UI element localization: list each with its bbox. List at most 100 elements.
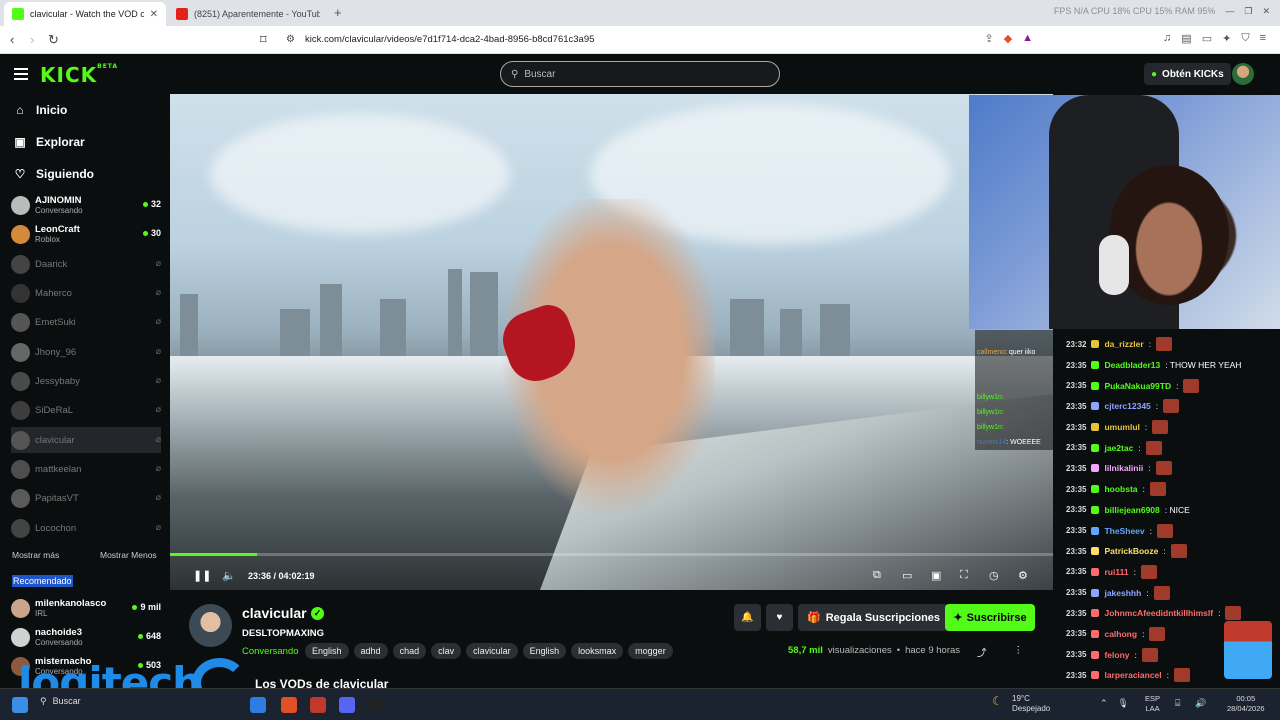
get-kicks-button[interactable]: ● Obtén KICKs	[1144, 63, 1231, 85]
recommended-item[interactable]: milenkanolasco IRL 9 mil	[11, 595, 161, 621]
pause-icon[interactable]: ❚❚	[193, 569, 211, 582]
tag[interactable]: chad	[392, 643, 427, 659]
channel-avatar[interactable]	[189, 604, 232, 647]
site-info-icon[interactable]: ⚙	[286, 34, 295, 45]
channel-name[interactable]: clavicular	[242, 605, 307, 621]
speaker-icon[interactable]: 🔊	[1195, 698, 1206, 709]
channel-item-selected[interactable]: clavicular ⌀	[11, 427, 161, 453]
chat-username[interactable]: hoobsta	[1104, 484, 1137, 494]
back-icon[interactable]: ‹	[10, 32, 14, 47]
sidebar-item-home[interactable]: ⌂ Inicio	[14, 100, 67, 120]
follow-button[interactable]: ♥	[766, 604, 793, 631]
wallet-icon[interactable]: ▭	[1202, 32, 1212, 45]
obs-icon[interactable]	[368, 697, 384, 713]
channel-item[interactable]: LeonCraft Roblox 30	[11, 221, 161, 247]
chat-username[interactable]: rui111	[1104, 567, 1128, 577]
minimize-icon[interactable]: —	[1225, 6, 1234, 17]
chat-username[interactable]: calhong	[1104, 629, 1137, 639]
settings-gear-icon[interactable]: ⚙	[1018, 569, 1028, 582]
user-avatar[interactable]	[1232, 63, 1254, 85]
show-less-button[interactable]: Mostrar Menos	[100, 550, 157, 560]
sidebar-item-explore[interactable]: ▣ Explorar	[14, 132, 84, 152]
channel-item[interactable]: EmetSuki ⌀	[11, 309, 161, 335]
recommended-item[interactable]: nachoide3 Conversando 648	[11, 624, 161, 650]
video-player[interactable]	[170, 94, 1053, 590]
chat-username[interactable]: da_rizzler	[1104, 339, 1143, 349]
clip-icon[interactable]: ⧉	[873, 569, 881, 582]
chat-username[interactable]: cjterc12345	[1104, 401, 1150, 411]
tab-kick[interactable]: clavicular - Watch the VOD o ✕	[4, 2, 166, 26]
miniplayer-icon[interactable]: ▣	[931, 569, 941, 582]
channel-item[interactable]: Maherco ⌀	[11, 280, 161, 306]
chevron-up-icon[interactable]: ⌃	[1100, 698, 1108, 709]
tag[interactable]: mogger	[628, 643, 673, 659]
forward-icon[interactable]: ›	[30, 32, 34, 47]
weather-widget[interactable]: ☾ 19°C Despejado	[992, 694, 1050, 714]
taskbar-clock[interactable]: 00:05 28/04/2026	[1227, 694, 1265, 714]
chat-username[interactable]: jae2tac	[1104, 443, 1133, 453]
language-indicator[interactable]: ESP LAA	[1145, 694, 1160, 714]
tag[interactable]: English	[522, 643, 567, 659]
network-icon[interactable]: ⌸	[1175, 698, 1180, 709]
chat-username[interactable]: larperaciancel	[1104, 670, 1161, 680]
music-icon[interactable]: ♫	[1163, 32, 1171, 45]
chat-username[interactable]: felony	[1104, 650, 1129, 660]
search-input[interactable]: ⚲ Buscar	[500, 61, 780, 87]
maximize-icon[interactable]: ❐	[1244, 6, 1252, 17]
reload-icon[interactable]: ↻	[48, 32, 59, 48]
gift-subs-button[interactable]: 🎁 Regala Suscripciones	[798, 604, 950, 631]
channel-item[interactable]: SiDeRaL ⌀	[11, 397, 161, 423]
url-field[interactable]: kick.com/clavicular/videos/e7d1f714-dca2…	[305, 34, 594, 45]
vpn-icon[interactable]: ⛉	[1241, 32, 1249, 45]
chat-username[interactable]: Deadblader13	[1104, 360, 1160, 370]
category-link[interactable]: Conversando	[242, 646, 299, 657]
chat-username[interactable]: PatrickBooze	[1104, 546, 1158, 556]
close-icon[interactable]: ✕	[150, 9, 158, 20]
windows-start-icon[interactable]	[12, 697, 28, 713]
tag[interactable]: looksmax	[571, 643, 624, 659]
channel-item[interactable]: Daarick ⌀	[11, 251, 161, 277]
volume-icon[interactable]: 🔈	[222, 569, 236, 582]
channel-item[interactable]: AJINOMIN Conversando 32	[11, 192, 161, 218]
seek-bar[interactable]	[170, 553, 1053, 556]
channel-item[interactable]: mattkeelan ⌀	[11, 456, 161, 482]
speed-icon[interactable]: ◷	[989, 569, 999, 582]
tag[interactable]: English	[305, 643, 349, 659]
tag[interactable]: adhd	[353, 643, 388, 659]
chat-username[interactable]: billiejean6908	[1104, 505, 1159, 515]
more-options-icon[interactable]: ⋮	[1014, 645, 1024, 659]
extensions-icon[interactable]: ✦	[1222, 32, 1231, 45]
brave-shield-icon[interactable]: ◆	[1004, 32, 1012, 45]
channel-item[interactable]: Jhony_96 ⌀	[11, 339, 161, 365]
taskbar-search[interactable]: ⚲ Buscar	[40, 696, 81, 707]
theater-icon[interactable]: ▭	[902, 569, 912, 582]
microphone-icon[interactable]: 🎙	[1118, 698, 1129, 709]
app-icon[interactable]	[310, 697, 326, 713]
share-icon[interactable]: ⇪	[984, 32, 993, 45]
chat-username[interactable]: TheSheev	[1104, 526, 1144, 536]
rewards-icon[interactable]: ▲	[1022, 32, 1033, 45]
hamburger-menu-icon[interactable]	[14, 68, 28, 80]
chat-username[interactable]: lilnikalinii	[1104, 463, 1143, 473]
share-icon[interactable]: ⤴	[977, 645, 987, 659]
kick-logo[interactable]: KICKBETA	[40, 63, 118, 87]
subscribe-button[interactable]: ✦ Suscribirse	[945, 604, 1035, 631]
close-window-icon[interactable]: ✕	[1262, 6, 1270, 17]
tag[interactable]: clav	[431, 643, 462, 659]
bookmark-icon[interactable]: ⌑	[260, 32, 267, 48]
notify-bell-button[interactable]: 🔔	[734, 604, 761, 631]
file-explorer-icon[interactable]	[250, 697, 266, 713]
tag[interactable]: clavicular	[466, 643, 518, 659]
fullscreen-icon[interactable]: ⛶	[960, 569, 968, 582]
tab-youtube[interactable]: (8251) Aparentemente - YouTube	[168, 2, 328, 26]
chat-username[interactable]: PukaNakua99TD	[1104, 381, 1171, 391]
chat-username[interactable]: jakeshhh	[1104, 588, 1141, 598]
new-tab-button[interactable]: +	[334, 5, 342, 20]
channel-item[interactable]: Jessybaby ⌀	[11, 368, 161, 394]
sidebar-item-following[interactable]: ♡ Siguiendo	[14, 164, 94, 184]
chat-username[interactable]: umumlul	[1104, 422, 1139, 432]
brave-browser-icon[interactable]	[281, 697, 297, 713]
channel-item[interactable]: Locochon ⌀	[11, 515, 161, 541]
channel-item[interactable]: PapitasVT ⌀	[11, 485, 161, 511]
show-more-button[interactable]: Mostrar más	[12, 550, 59, 560]
